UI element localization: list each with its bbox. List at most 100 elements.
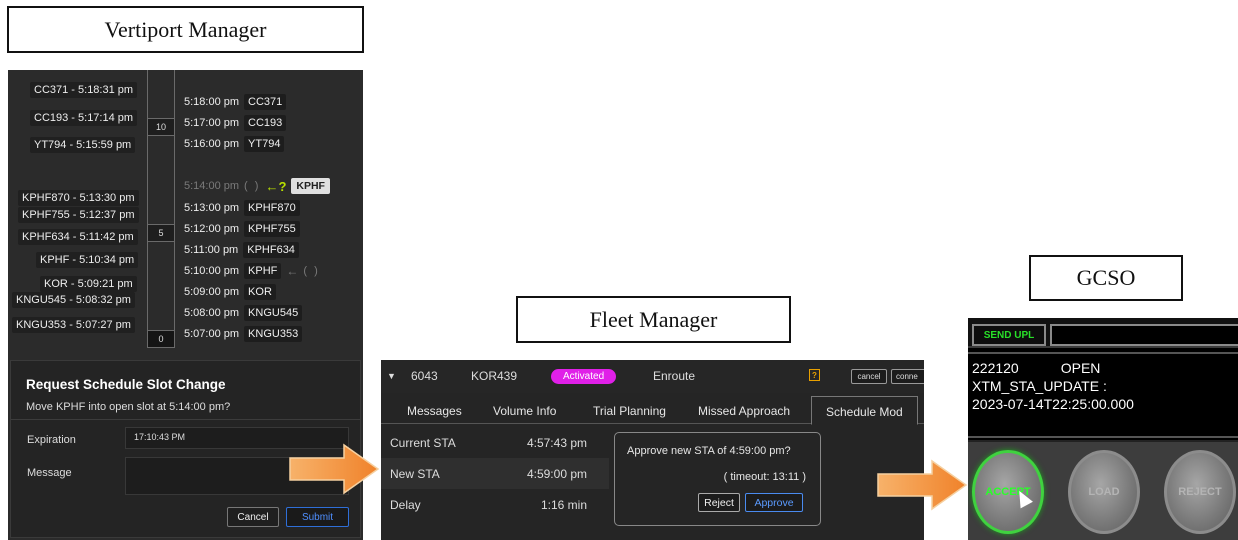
arrival-tag[interactable]: KOR - 5:09:21 pm xyxy=(40,276,137,292)
empty-slot-placeholder: ( ) xyxy=(244,180,261,192)
slot-time: 5:14:00 pm xyxy=(184,180,240,192)
slot-id: CC193 xyxy=(244,115,287,131)
slot-id: KPHF xyxy=(244,263,282,279)
left-arrow-question-icon: ←? xyxy=(265,178,287,194)
button-panel: ACCEPT LOAD REJECT xyxy=(968,440,1238,540)
slot-id: KNGU545 xyxy=(244,305,303,321)
submit-button[interactable]: Submit xyxy=(286,507,349,527)
slot-time: 5:16:00 pm xyxy=(184,138,240,150)
expiration-label: Expiration xyxy=(27,434,76,446)
popup-timeout: ( timeout: 13:11 ) xyxy=(723,471,806,483)
collapse-chevron-icon[interactable]: ▼ xyxy=(387,371,396,381)
tab-messages[interactable]: Messages xyxy=(407,404,462,418)
slot-row[interactable]: 5:09:00 pm KOR xyxy=(184,284,276,300)
gcso-caption: GCSO xyxy=(1029,255,1183,301)
load-button[interactable]: LOAD xyxy=(1068,450,1140,534)
slot-id: KOR xyxy=(244,284,276,300)
approve-sta-popup: Approve new STA of 4:59:00 pm? ( timeout… xyxy=(614,432,821,526)
tab-trial-planning[interactable]: Trial Planning xyxy=(593,404,666,418)
time-tape: 10 5 0 xyxy=(147,70,175,348)
flight-phase: Enroute xyxy=(653,369,696,383)
callsign: KOR439 xyxy=(471,369,518,383)
new-sta-row: New STA 4:59:00 pm xyxy=(381,458,609,489)
slot-row[interactable]: 5:18:00 pm CC371 xyxy=(184,94,287,110)
slot-id: KNGU353 xyxy=(244,326,303,342)
slot-id: CC371 xyxy=(244,94,287,110)
arrival-tag[interactable]: CC371 - 5:18:31 pm xyxy=(30,82,138,98)
arrival-list: CC371 - 5:18:31 pm CC193 - 5:17:14 pm YT… xyxy=(8,70,144,360)
arrival-tag[interactable]: KPHF755 - 5:12:37 pm xyxy=(18,207,139,223)
flow-arrow-icon xyxy=(877,459,968,511)
flow-arrow-icon xyxy=(289,443,380,495)
arrival-tag[interactable]: YT794 - 5:15:59 pm xyxy=(30,137,136,153)
tab-volume-info[interactable]: Volume Info xyxy=(493,404,556,418)
current-sta-row: Current STA 4:57:43 pm xyxy=(381,427,609,458)
cancel-flight-button[interactable]: cancel xyxy=(851,369,887,384)
row-value: 4:59:00 pm xyxy=(526,466,587,481)
slot-row[interactable]: 5:16:00 pm YT794 xyxy=(184,136,285,152)
slot-time: 5:18:00 pm xyxy=(184,96,240,108)
row-label: New STA xyxy=(390,466,440,481)
slot-time: 5:10:00 pm xyxy=(184,265,240,277)
gcso-panel: SEND UPL 222120 OPEN XTM_STA_UPDATE : 20… xyxy=(968,318,1238,540)
tab-bar: Messages Volume Info Trial Planning Miss… xyxy=(381,396,924,425)
left-arrow-icon: ← xyxy=(286,264,299,278)
slot-time: 5:07:00 pm xyxy=(184,328,240,340)
cancel-button[interactable]: Cancel xyxy=(227,507,279,527)
arrival-tag[interactable]: KNGU545 - 5:08:32 pm xyxy=(12,292,135,308)
flight-number: 6043 xyxy=(411,369,438,383)
slot-id: KPHF755 xyxy=(244,221,300,237)
tab-missed-approach[interactable]: Missed Approach xyxy=(698,404,790,418)
slot-row[interactable]: 5:17:00 pm CC193 xyxy=(184,115,287,131)
tape-mark-10: 10 xyxy=(147,118,175,136)
slot-time: 5:11:00 pm xyxy=(184,244,239,256)
tab-schedule-mod[interactable]: Schedule Mod xyxy=(811,396,918,425)
arrival-tag[interactable]: KPHF870 - 5:13:30 pm xyxy=(18,190,139,206)
reject-button[interactable]: Reject xyxy=(698,493,740,512)
slot-row[interactable]: 5:07:00 pm KNGU353 xyxy=(184,326,303,342)
arrival-tag[interactable]: KPHF634 - 5:11:42 pm xyxy=(18,229,138,245)
send-uplink-button[interactable]: SEND UPL xyxy=(972,324,1046,346)
open-slot-row[interactable]: 5:14:00 pm ( ) ←? KPHF xyxy=(184,178,330,194)
approve-button[interactable]: Approve xyxy=(745,493,803,512)
slot-time: 5:09:00 pm xyxy=(184,286,240,298)
dialog-title: Request Schedule Slot Change xyxy=(26,377,226,392)
arrival-tag[interactable]: CC193 - 5:17:14 pm xyxy=(30,110,138,126)
fleet-manager-panel: ▼ 6043 KOR439 Activated Enroute ? cancel… xyxy=(381,360,924,540)
status-badge: Activated xyxy=(551,369,617,384)
popup-question: Approve new STA of 4:59:00 pm? xyxy=(627,445,791,457)
warning-icon[interactable]: ? xyxy=(809,369,820,381)
row-value: 4:57:43 pm xyxy=(526,435,587,450)
slot-row[interactable]: 5:08:00 pm KNGU545 xyxy=(184,305,303,321)
slot-time: 5:12:00 pm xyxy=(184,223,240,235)
message-label: Message xyxy=(27,467,72,479)
slot-id: KPHF870 xyxy=(244,200,300,216)
delay-row: Delay 1:16 min xyxy=(381,489,609,520)
request-badge: KPHF xyxy=(291,178,330,194)
tape-mark-5: 5 xyxy=(147,224,175,242)
divider xyxy=(11,419,360,420)
accept-button[interactable]: ACCEPT xyxy=(972,450,1044,534)
fleet-manager-caption: Fleet Manager xyxy=(516,296,791,343)
slot-row[interactable]: 5:13:00 pm KPHF870 xyxy=(184,200,300,216)
message-id: 222120 xyxy=(972,360,1019,376)
empty-slot-placeholder: ( ) xyxy=(303,265,320,277)
slot-id: YT794 xyxy=(244,136,285,152)
slot-row[interactable]: 5:11:00 pm KPHF634 xyxy=(184,242,299,258)
row-value: 1:16 min xyxy=(540,497,587,512)
slot-time: 5:17:00 pm xyxy=(184,117,240,129)
uplink-field[interactable] xyxy=(1050,324,1238,346)
reject-button[interactable]: REJECT xyxy=(1164,450,1236,534)
arrival-tag[interactable]: KPHF - 5:10:34 pm xyxy=(36,252,139,268)
connect-button[interactable]: conne xyxy=(891,369,924,384)
vertiport-manager-caption: Vertiport Manager xyxy=(7,6,364,53)
arrival-tag[interactable]: KNGU353 - 5:07:27 pm xyxy=(12,317,135,333)
slot-time: 5:08:00 pm xyxy=(184,307,240,319)
row-label: Delay xyxy=(390,497,421,512)
tape-mark-0: 0 xyxy=(147,330,175,348)
requesting-slot-row[interactable]: 5:10:00 pm KPHF ← ( ) xyxy=(184,263,320,279)
message-status: OPEN xyxy=(1060,360,1101,376)
slot-row[interactable]: 5:12:00 pm KPHF755 xyxy=(184,221,300,237)
message-type: XTM_STA_UPDATE : xyxy=(972,378,1107,394)
dialog-question: Move KPHF into open slot at 5:14:00 pm? xyxy=(26,401,231,413)
